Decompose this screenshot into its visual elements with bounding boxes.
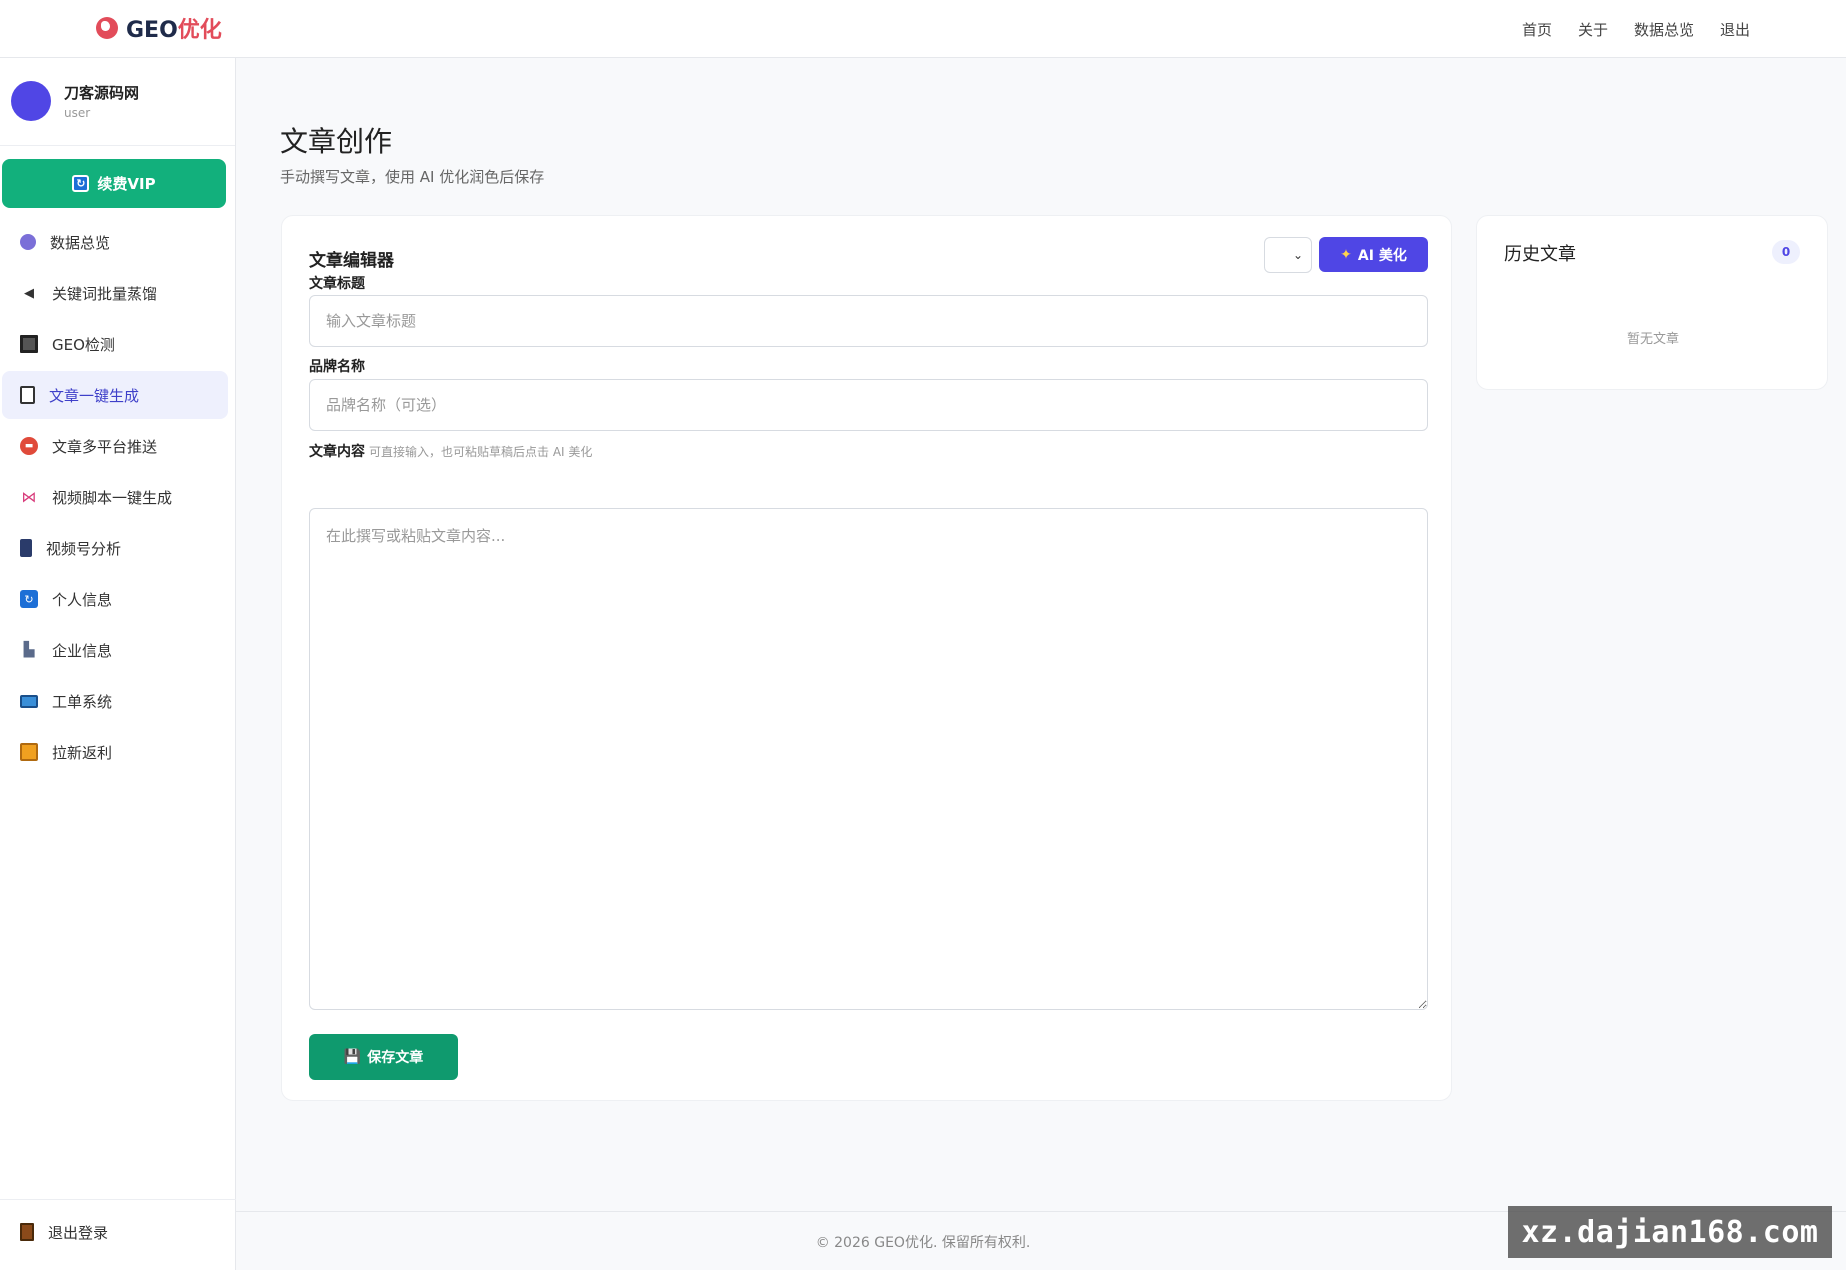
refresh-icon: ↻ bbox=[20, 590, 38, 608]
sidebar-item-dashboard[interactable]: 数据总览 bbox=[2, 218, 228, 266]
renew-vip-button[interactable]: ↻ 续费VIP bbox=[2, 159, 226, 208]
sidebar-item-company-info[interactable]: ▙ 企业信息 bbox=[2, 626, 228, 674]
footer-copyright: © 2026 GEO优化. 保留所有权利. bbox=[815, 1235, 1031, 1251]
top-navbar: GEO优化 首页 关于 数据总览 退出 bbox=[0, 0, 1846, 58]
content-label: 文章内容 可直接输入，也可粘贴草稿后点击 AI 美化 bbox=[309, 444, 593, 460]
nav-logout[interactable]: 退出 bbox=[1720, 19, 1750, 40]
renew-icon: ↻ bbox=[72, 175, 90, 192]
sidebar-item-personal-info[interactable]: ↻ 个人信息 bbox=[2, 575, 228, 623]
user-profile: 刀客源码网 user bbox=[0, 58, 235, 146]
profile-role: user bbox=[64, 106, 91, 120]
page-subtitle: 手动撰写文章，使用 AI 优化润色后保存 bbox=[280, 168, 545, 186]
gift-icon bbox=[20, 743, 38, 761]
sidebar-item-geo-check[interactable]: GEO检测 bbox=[2, 320, 228, 368]
nav-about[interactable]: 关于 bbox=[1578, 19, 1608, 40]
nav-home[interactable]: 首页 bbox=[1522, 19, 1552, 40]
sidebar-item-video-analysis[interactable]: 视频号分析 bbox=[2, 524, 228, 572]
sidebar-item-article-generate[interactable]: 文章一键生成 bbox=[2, 371, 228, 419]
history-card: 历史文章 0 暂无文章 bbox=[1476, 215, 1828, 390]
avatar bbox=[11, 81, 51, 121]
sidebar-item-referral[interactable]: 拉新返利 bbox=[2, 728, 228, 776]
sidebar-item-video-script[interactable]: ⋈ 视频脚本一键生成 bbox=[2, 473, 228, 521]
logout-button[interactable]: 退出登录 bbox=[2, 1212, 108, 1252]
square-icon bbox=[20, 335, 38, 353]
bow-icon: ⋈ bbox=[21, 488, 37, 506]
sidebar-item-tickets[interactable]: 工单系统 bbox=[2, 677, 228, 725]
title-label: 文章标题 bbox=[309, 276, 365, 292]
sidebar-item-article-push[interactable]: ▬ 文章多平台推送 bbox=[2, 422, 228, 470]
chart-icon bbox=[20, 234, 36, 250]
sidebar-menu: 数据总览 ◀ 关键词批量蒸馏 GEO检测 文章一键生成 ▬ 文章多平台推送 ⋈ … bbox=[0, 218, 236, 779]
profile-name: 刀客源码网 bbox=[64, 84, 140, 102]
brand-input[interactable] bbox=[309, 379, 1428, 431]
brand-name: GEO优化 bbox=[126, 18, 222, 43]
globe-icon bbox=[96, 17, 118, 39]
content-textarea[interactable] bbox=[309, 508, 1428, 1010]
history-title: 历史文章 bbox=[1504, 244, 1576, 265]
editor-title: 文章编辑器 bbox=[309, 251, 394, 271]
sparkle-icon: ✦ bbox=[1340, 246, 1352, 263]
push-icon: ▬ bbox=[20, 437, 38, 455]
door-icon bbox=[20, 1223, 34, 1241]
brand-logo[interactable]: GEO优化 bbox=[96, 12, 222, 44]
ai-beautify-button[interactable]: ✦ AI 美化 bbox=[1319, 237, 1428, 272]
nav-dashboard[interactable]: 数据总览 bbox=[1634, 19, 1694, 40]
document-icon bbox=[20, 386, 35, 404]
ticket-icon bbox=[20, 694, 38, 708]
title-input[interactable] bbox=[309, 295, 1428, 347]
phone-icon bbox=[20, 539, 32, 557]
building-icon: ▙ bbox=[23, 642, 35, 658]
content-hint: 可直接输入，也可粘贴草稿后点击 AI 美化 bbox=[369, 445, 593, 459]
article-editor-card: 文章编辑器 ⌄ ✦ AI 美化 文章标题 品牌名称 文章内容可直接输入，也可粘贴… bbox=[281, 215, 1452, 1101]
sidebar-item-keywords[interactable]: ◀ 关键词批量蒸馏 bbox=[2, 269, 228, 317]
sidebar-footer: 退出登录 bbox=[0, 1199, 236, 1270]
watermark: xz.dajian168.com bbox=[1508, 1206, 1832, 1258]
top-nav: 首页 关于 数据总览 退出 bbox=[1522, 0, 1750, 58]
history-count-badge: 0 bbox=[1772, 240, 1800, 264]
brand-label: 品牌名称 bbox=[309, 359, 365, 375]
save-article-button[interactable]: 💾 保存文章 bbox=[309, 1034, 458, 1080]
sidebar: 刀客源码网 user ↻ 续费VIP 数据总览 ◀ 关键词批量蒸馏 GEO检测 … bbox=[0, 58, 236, 1270]
chevron-down-icon: ⌄ bbox=[1292, 248, 1303, 262]
history-empty-text: 暂无文章 bbox=[1626, 332, 1679, 347]
page-title: 文章创作 bbox=[280, 125, 393, 158]
floppy-icon: 💾 bbox=[343, 1049, 362, 1065]
style-select[interactable]: ⌄ bbox=[1264, 237, 1312, 273]
speaker-icon: ◀ bbox=[24, 285, 34, 301]
